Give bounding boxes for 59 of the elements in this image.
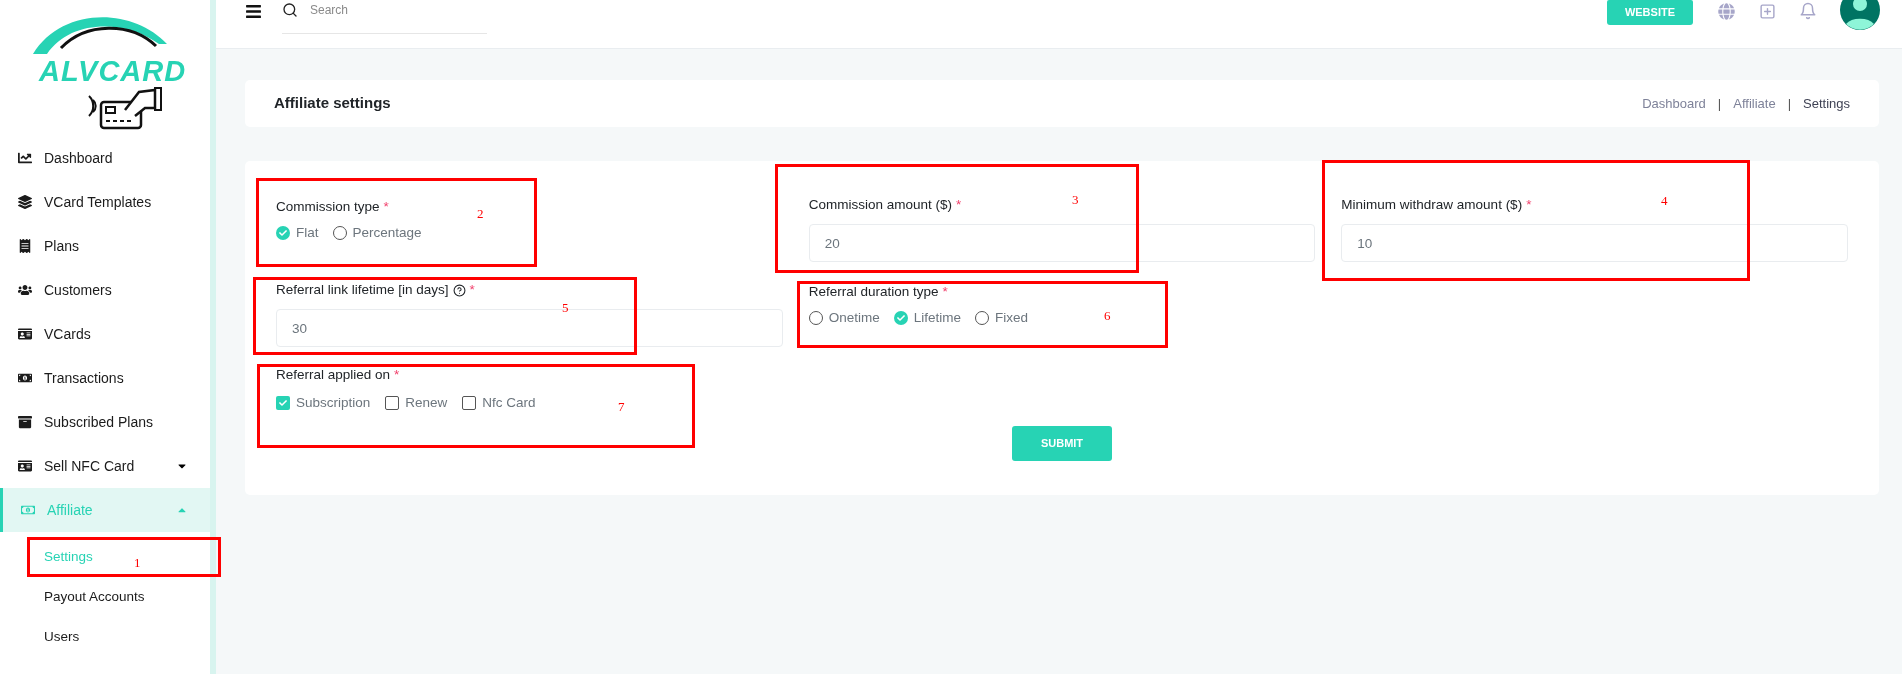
field-label: Referral link lifetime [in days] xyxy=(276,281,449,299)
id-card-icon xyxy=(18,327,32,341)
sidebar-item[interactable]: Customers xyxy=(0,268,210,312)
field-label: Commission type xyxy=(276,198,380,216)
sidebar-item[interactable]: Sell NFC Card xyxy=(0,444,210,488)
logo-text: ALVCARD xyxy=(39,56,187,86)
required-mark: * xyxy=(394,366,400,384)
required-mark: * xyxy=(383,198,389,216)
sidebar-item[interactable]: VCard Templates xyxy=(0,180,210,224)
annotation-number: 3 xyxy=(1072,193,1079,207)
checkbox-option[interactable]: Renew xyxy=(385,392,448,414)
radio-option[interactable]: Flat xyxy=(276,222,319,244)
sidebar-item[interactable]: Subscribed Plans xyxy=(0,400,210,444)
money-icon xyxy=(18,371,32,385)
page-title: Affiliate settings xyxy=(274,93,392,114)
archive-icon xyxy=(18,415,32,429)
breadcrumb-link[interactable]: Dashboard xyxy=(1642,93,1706,114)
search-field[interactable]: Search xyxy=(310,0,460,20)
checkbox-option[interactable]: Subscription xyxy=(276,392,371,414)
annotation-number: 7 xyxy=(618,400,625,414)
text-field[interactable]: 20 xyxy=(808,224,1316,262)
required-mark: * xyxy=(942,283,948,301)
required-mark: * xyxy=(1526,196,1532,214)
field-label: Minimum withdraw amount ($) xyxy=(1341,196,1523,214)
search-icon xyxy=(282,2,298,18)
chart-icon xyxy=(18,151,32,165)
field-label: Referral duration type xyxy=(808,283,939,301)
layers-icon xyxy=(18,195,32,209)
radio-option[interactable]: Onetime xyxy=(808,307,880,329)
menu-icon[interactable] xyxy=(245,3,262,20)
radio-option[interactable]: Percentage xyxy=(332,222,422,244)
sidebar-item[interactable]: Dashboard xyxy=(0,136,210,180)
field-label: Commission amount ($) xyxy=(808,196,952,214)
radio-option[interactable]: Fixed xyxy=(974,307,1028,329)
sidebar-subitem[interactable]: Users xyxy=(44,626,80,648)
money-icon xyxy=(21,503,35,517)
annotation-number: 6 xyxy=(1104,309,1111,323)
sidebar-subitem[interactable]: Payout Accounts xyxy=(44,586,145,608)
field-label: Referral applied on xyxy=(276,366,391,384)
annotation-number: 2 xyxy=(477,207,484,221)
breadcrumb-separator: | xyxy=(1787,94,1791,113)
annotation-number: 1 xyxy=(134,556,141,570)
id-card-icon xyxy=(18,459,32,473)
receipt-icon xyxy=(18,239,32,253)
annotation-number: 4 xyxy=(1661,194,1668,208)
card-hand-icon xyxy=(87,86,163,130)
checkbox-option[interactable]: Nfc Card xyxy=(462,392,536,414)
radio-option[interactable]: Lifetime xyxy=(893,307,961,329)
help-icon[interactable] xyxy=(452,283,466,297)
sidebar-item[interactable]: Transactions xyxy=(0,356,210,400)
sidebar-item[interactable]: Plans xyxy=(0,224,210,268)
required-mark: * xyxy=(469,281,475,299)
breadcrumb-link[interactable]: Affiliate xyxy=(1733,93,1776,114)
avatar[interactable] xyxy=(1840,0,1880,30)
text-field[interactable]: 10 xyxy=(1341,224,1848,262)
required-mark: * xyxy=(955,196,962,214)
sidebar-item[interactable]: VCards xyxy=(0,312,210,356)
users-icon xyxy=(18,283,32,297)
breadcrumb-separator: | xyxy=(1717,94,1722,113)
